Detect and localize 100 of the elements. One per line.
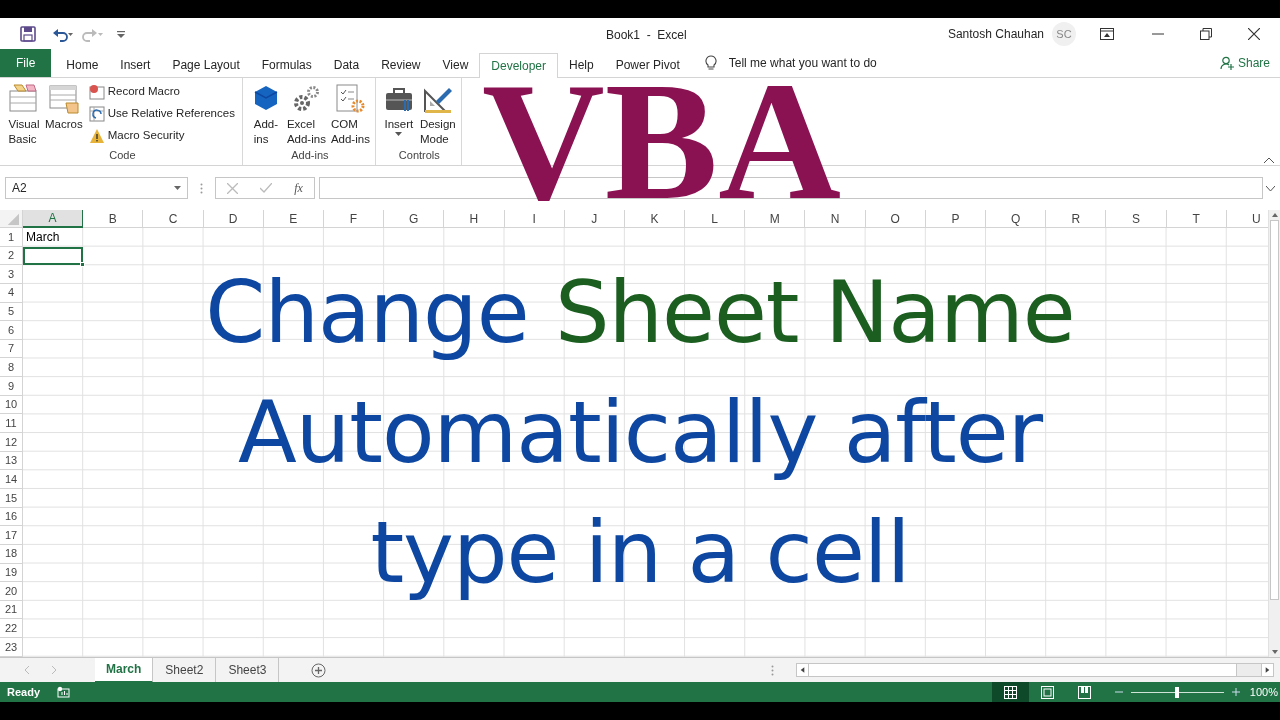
ribbon-tab[interactable]: View — [431, 52, 480, 77]
share-button[interactable]: Share — [1219, 49, 1270, 77]
row-header[interactable]: 8 — [0, 358, 23, 378]
ribbon-tab[interactable]: Power Pivot — [604, 52, 691, 77]
ribbon-tab[interactable]: Insert — [109, 52, 162, 77]
ribbon-tab[interactable]: Formulas — [250, 52, 323, 77]
ribbon-tab[interactable]: Help — [558, 52, 605, 77]
ribbon-button[interactable]: COM Add-ins — [328, 83, 372, 147]
ribbon-button[interactable]: Macros — [43, 83, 85, 132]
scroll-right-icon — [1261, 664, 1273, 676]
ribbon-tab[interactable]: Data — [322, 52, 371, 77]
zoom-in-icon[interactable] — [1231, 688, 1240, 696]
scrollbar-thumb[interactable] — [809, 664, 1237, 676]
vertical-scrollbar[interactable] — [1268, 210, 1280, 657]
group-label: Add-ins — [290, 147, 330, 163]
column-header[interactable]: G — [384, 210, 445, 228]
grid-icon — [88, 106, 105, 122]
horizontal-scrollbar[interactable] — [796, 663, 1274, 677]
name-box[interactable]: A2 — [5, 177, 188, 199]
column-header[interactable]: C — [143, 210, 204, 228]
restore-icon[interactable] — [1200, 28, 1212, 40]
window-title: Book1 - Excel — [606, 27, 687, 44]
row-header[interactable]: 20 — [0, 582, 23, 601]
row-header[interactable]: 11 — [0, 414, 23, 434]
slider-thumb[interactable] — [1175, 686, 1180, 698]
undo-icon[interactable] — [52, 26, 74, 42]
row-header[interactable]: 3 — [0, 265, 23, 284]
lightbulb-icon[interactable] — [704, 55, 717, 71]
expand-icon[interactable] — [1266, 185, 1275, 191]
ribbon-tab[interactable]: Page Layout — [161, 52, 251, 77]
ribbon-button[interactable]: Record Macro — [88, 83, 239, 101]
insert-function-button[interactable]: fx — [294, 179, 303, 197]
active-cell[interactable] — [23, 246, 84, 266]
warning-icon — [88, 128, 105, 144]
column-header[interactable]: O — [865, 210, 926, 228]
check-icon[interactable] — [260, 183, 273, 193]
headline-text: Change Sheet Name — [205, 261, 1075, 364]
dropdown-icon — [174, 186, 181, 190]
column-header[interactable]: J — [564, 210, 625, 228]
sheet-tab[interactable]: March — [95, 657, 154, 683]
column-header[interactable]: M — [745, 210, 806, 228]
group-label: Controls — [397, 147, 441, 163]
user-name: Santosh Chauhan — [947, 26, 1044, 43]
ribbon-display-icon[interactable] — [1100, 28, 1114, 40]
column-header[interactable]: S — [1106, 210, 1167, 228]
ribbon-button[interactable]: Use Relative References — [88, 105, 239, 123]
column-header[interactable]: D — [203, 210, 264, 228]
column-header[interactable]: L — [685, 210, 746, 228]
tell-me-field[interactable]: Tell me what you want to do — [728, 54, 877, 72]
headline-text: Automatically after — [237, 381, 1043, 484]
row-header[interactable]: 1 — [0, 228, 23, 247]
column-header[interactable]: Q — [986, 210, 1047, 228]
ribbon-tab[interactable]: Home — [55, 52, 110, 77]
row-header[interactable]: 23 — [0, 638, 23, 657]
row-header[interactable]: 6 — [0, 321, 23, 340]
column-header[interactable]: B — [83, 210, 144, 228]
group-label: Code — [108, 147, 137, 163]
customize-toolbar-icon[interactable] — [116, 29, 126, 39]
macro-record-icon[interactable] — [57, 686, 71, 698]
column-header[interactable]: E — [263, 210, 324, 228]
column-header[interactable]: P — [925, 210, 986, 228]
fill-handle[interactable] — [80, 262, 86, 268]
column-header[interactable]: K — [624, 210, 686, 228]
add-sheet-icon[interactable] — [311, 662, 327, 678]
row-header[interactable]: 9 — [0, 377, 23, 396]
file-tab[interactable]: File — [0, 49, 52, 77]
grid-icon — [1003, 685, 1017, 699]
headline-text: type in a cell — [370, 501, 910, 604]
splitter-icon[interactable] — [771, 664, 774, 676]
ribbon-tab[interactable]: Developer — [479, 53, 558, 78]
ribbon-button[interactable]: Design Mode — [417, 83, 458, 147]
scroll-left-icon — [797, 664, 809, 676]
splitter-icon[interactable] — [200, 182, 203, 194]
column-header[interactable]: I — [504, 210, 565, 228]
row-header[interactable]: 22 — [0, 619, 23, 639]
row-header[interactable]: 14 — [0, 470, 23, 489]
scrollbar-thumb[interactable] — [1270, 220, 1279, 600]
column-header[interactable]: N — [805, 210, 866, 228]
ribbon-button[interactable]: Excel Add-ins — [284, 83, 328, 147]
ribbon-button[interactable]: Insert — [380, 83, 417, 136]
column-header[interactable]: F — [323, 210, 385, 228]
column-header[interactable]: A — [23, 210, 84, 228]
column-header[interactable]: R — [1046, 210, 1107, 228]
ribbon-button[interactable]: Visual Basic — [6, 83, 42, 147]
macro-sheet-icon — [47, 83, 80, 115]
person-plus-icon — [1219, 56, 1234, 70]
column-header[interactable]: H — [444, 210, 505, 228]
table-cell[interactable]: March — [23, 228, 84, 247]
zoom-level[interactable]: 100% — [1249, 683, 1278, 701]
close-icon[interactable] — [1248, 28, 1260, 40]
ribbon-button[interactable]: Macro Security — [88, 127, 239, 145]
collapse-ribbon-icon[interactable] — [1264, 157, 1274, 163]
save-icon[interactable] — [20, 26, 36, 42]
ribbon-button[interactable]: Add- ins — [247, 83, 284, 147]
ribbon-tab[interactable]: Review — [370, 52, 432, 77]
row-header[interactable]: 17 — [0, 526, 23, 545]
page-icon — [1040, 685, 1054, 699]
view-button[interactable] — [991, 682, 1029, 702]
column-header[interactable]: T — [1166, 210, 1227, 228]
row-header[interactable]: 12 — [0, 433, 23, 452]
